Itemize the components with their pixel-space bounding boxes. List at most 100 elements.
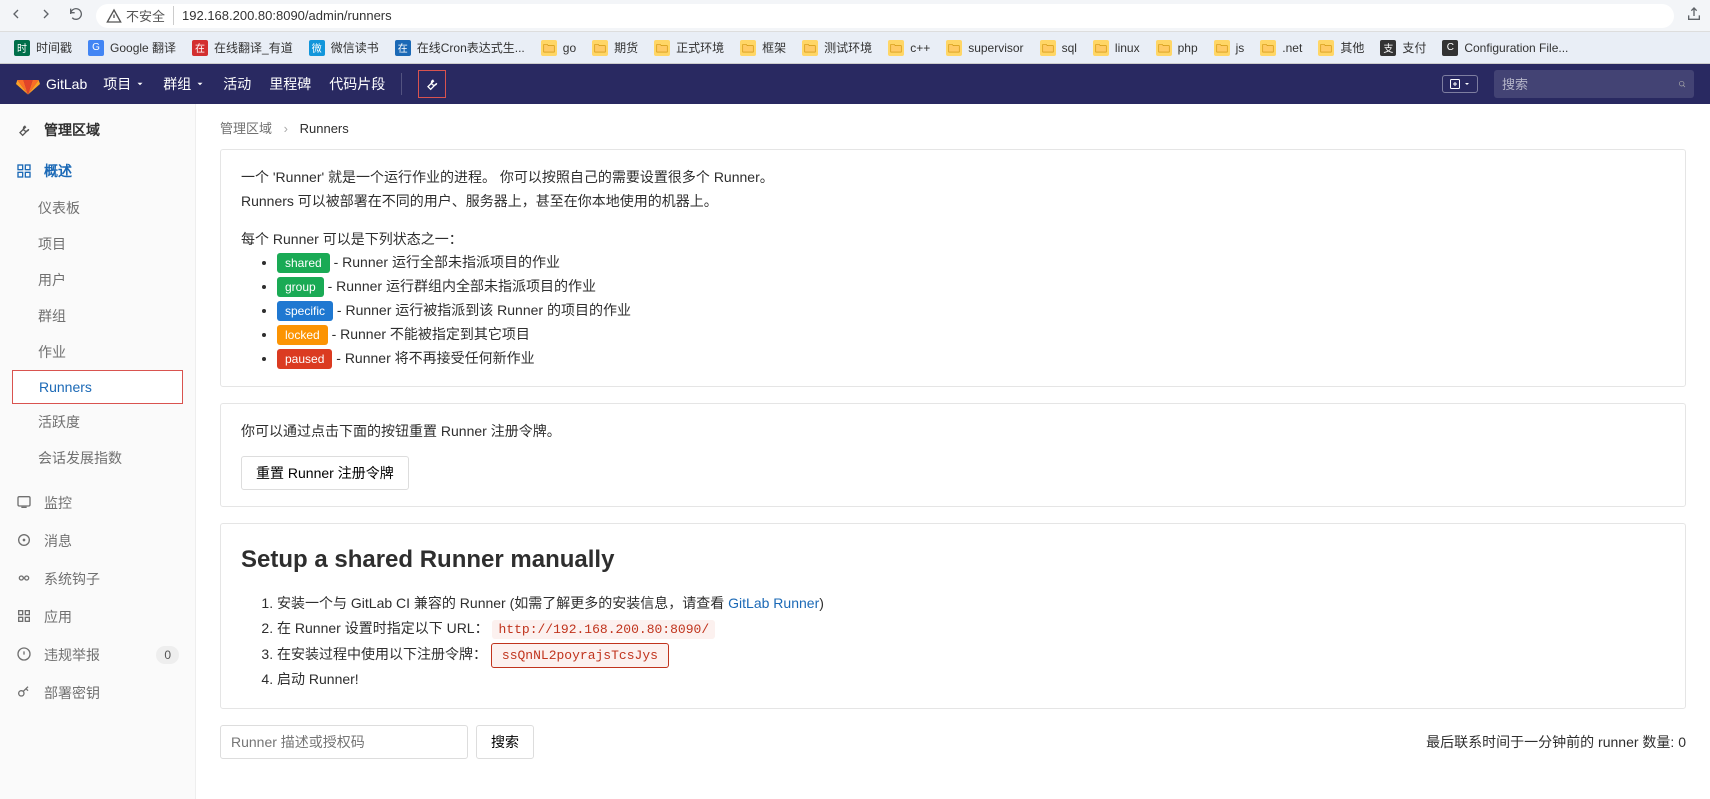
bookmark[interactable]: 框架 [740,39,786,56]
state-badge: paused [277,349,332,369]
intro-lead: 每个 Runner 可以是下列状态之一： [241,228,1665,252]
crumb-root[interactable]: 管理区域 [220,121,272,136]
runner-token-code: ssQnNL2poyrajsTcsJys [491,643,669,668]
bookmark[interactable]: .net [1260,40,1302,56]
bookmark[interactable]: 测试环境 [802,39,872,56]
state-badge: locked [277,325,328,345]
bookmark[interactable]: 正式环境 [654,39,724,56]
folder-icon [802,40,818,56]
intro-line1: 一个 'Runner' 就是一个运行作业的进程。 你可以按照自己的需要设置很多个… [241,166,1665,190]
step-2: 在 Runner 设置时指定以下 URL： http://192.168.200… [277,616,1665,641]
runner-state: paused - Runner 将不再接受任何新作业 [277,347,1665,371]
runner-url-code: http://192.168.200.80:8090/ [492,620,715,639]
runner-state: locked - Runner 不能被指定到其它项目 [277,323,1665,347]
forward-icon[interactable] [38,6,54,25]
sidebar-icon [16,494,32,513]
folder-icon [1260,40,1276,56]
back-icon[interactable] [8,6,24,25]
sidebar-title: 管理区域 [0,108,195,152]
sidebar-subitem[interactable]: 群组 [0,298,195,334]
main-content: 管理区域 › Runners 一个 'Runner' 就是一个运行作业的进程。 … [196,104,1710,799]
new-dropdown[interactable] [1442,75,1478,93]
bookmark[interactable]: 时时间戳 [14,39,72,56]
reload-icon[interactable] [68,6,84,25]
folder-icon [946,40,962,56]
bookmark[interactable]: php [1156,40,1198,56]
sidebar-subitem[interactable]: 用户 [0,262,195,298]
bookmark[interactable]: supervisor [946,40,1023,56]
sidebar-subitem[interactable]: 会话发展指数 [0,440,195,476]
sidebar-subitem[interactable]: 项目 [0,226,195,262]
sidebar-subitem[interactable]: 活跃度 [0,404,195,440]
sidebar-icon [16,646,32,665]
bookmark[interactable]: js [1214,40,1245,56]
folder-icon [654,40,670,56]
reset-token-button[interactable]: 重置 Runner 注册令牌 [241,456,409,490]
gitlab-search[interactable] [1494,70,1694,98]
bookmark[interactable]: sql [1040,40,1077,56]
runner-search-button[interactable]: 搜索 [476,725,534,759]
runner-status-text: 最后联系时间于一分钟前的 runner 数量: 0 [1426,732,1686,752]
sidebar-icon [16,684,32,703]
bookmark[interactable]: CConfiguration File... [1442,40,1568,56]
share-icon[interactable] [1686,6,1702,25]
chevron-down-icon [195,76,205,92]
sidebar-item[interactable]: 监控 [0,484,195,522]
folder-icon [888,40,904,56]
bookmark[interactable]: c++ [888,40,930,56]
favicon-icon: 时 [14,40,30,56]
sidebar-item[interactable]: 消息 [0,522,195,560]
setup-title: Setup a shared Runner manually [241,540,1665,581]
url-text: 192.168.200.80:8090/admin/runners [182,8,392,23]
sidebar-item[interactable]: 部署密钥 [0,674,195,712]
reset-note: 你可以通过点击下面的按钮重置 Runner 注册令牌。 [241,420,1665,444]
nav-menu-item[interactable]: 活动 [223,74,251,94]
sidebar-icon [16,608,32,627]
bookmark[interactable]: 支支付 [1380,39,1426,56]
step-4: 启动 Runner! [277,667,1665,692]
sidebar-subitem[interactable]: 作业 [0,334,195,370]
runner-state-list: shared - Runner 运行全部未指派项目的作业group - Runn… [241,251,1665,370]
intro-line2: Runners 可以被部署在不同的用户、服务器上，甚至在你本地使用的机器上。 [241,190,1665,214]
step-3: 在安装过程中使用以下注册令牌： ssQnNL2poyrajsTcsJys [277,642,1665,667]
sidebar-subitem[interactable]: 仪表板 [0,190,195,226]
favicon-icon: C [1442,40,1458,56]
breadcrumb: 管理区域 › Runners [220,118,1686,137]
bookmark[interactable]: GGoogle 翻译 [88,39,176,56]
nav-menu-item[interactable]: 代码片段 [329,74,385,94]
runner-state: group - Runner 运行群组内全部未指派项目的作业 [277,275,1665,299]
favicon-icon: 支 [1380,40,1396,56]
folder-icon [1214,40,1230,56]
sidebar-item[interactable]: 违规举报0 [0,636,195,674]
gitlab-runner-link[interactable]: GitLab Runner [728,595,819,611]
nav-menu-item[interactable]: 群组 [163,74,205,94]
runner-search-row: 搜索 最后联系时间于一分钟前的 runner 数量: 0 [220,725,1686,759]
address-bar[interactable]: 不安全 192.168.200.80:8090/admin/runners [96,4,1674,28]
gitlab-logo[interactable]: GitLab [16,72,87,96]
sidebar-item[interactable]: 应用 [0,598,195,636]
folder-icon [1040,40,1056,56]
chevron-down-icon [135,76,145,92]
favicon-icon: G [88,40,104,56]
folder-icon [1093,40,1109,56]
gitlab-search-input[interactable] [1502,77,1678,92]
sidebar-item[interactable]: 系统钩子 [0,560,195,598]
folder-icon [1318,40,1334,56]
bookmark[interactable]: 其他 [1318,39,1364,56]
folder-icon [541,40,557,56]
bookmark[interactable]: linux [1093,40,1140,56]
bookmark[interactable]: 在在线Cron表达式生... [395,39,525,56]
nav-menu-item[interactable]: 里程碑 [269,74,311,94]
bookmark[interactable]: 微微信读书 [309,39,379,56]
sidebar-item-overview[interactable]: 概述 [0,152,195,190]
gitlab-topbar: GitLab 项目群组活动里程碑代码片段 [0,64,1710,104]
nav-menu-item[interactable]: 项目 [103,74,145,94]
sidebar-subitem[interactable]: Runners [12,370,183,404]
insecure-label: 不安全 [126,6,165,25]
bookmark[interactable]: go [541,40,576,56]
favicon-icon: 微 [309,40,325,56]
bookmark[interactable]: 期货 [592,39,638,56]
runner-search-input[interactable] [220,725,468,759]
bookmark[interactable]: 在在线翻译_有道 [192,39,293,56]
admin-wrench-icon[interactable] [418,70,446,98]
